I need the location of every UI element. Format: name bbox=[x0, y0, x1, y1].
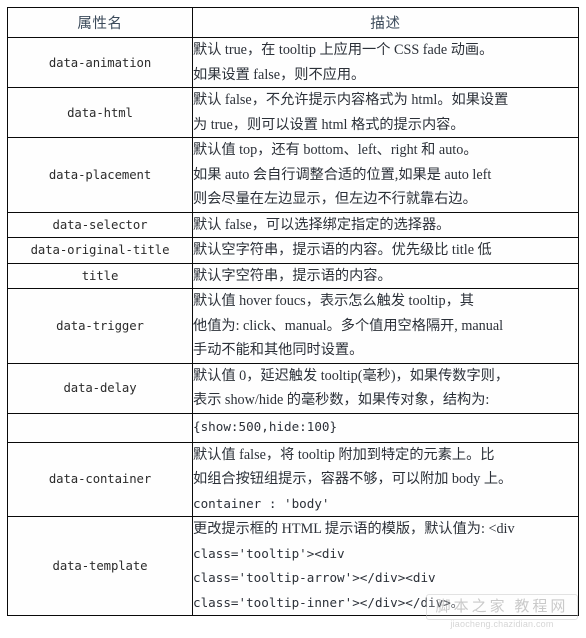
document-root: 属性名 描述 data-animation 默认 true，在 tooltip 上… bbox=[0, 0, 586, 638]
table-row: title 默认字空符串，提示语的内容。 bbox=[7, 262, 579, 289]
attribute-name-cell: data-template bbox=[7, 516, 193, 616]
description-line: 默认空字符串，提示语的内容。优先级比 title 低 bbox=[193, 242, 492, 258]
table-row: data-placement 默认值 top，还有 bottom、left、rig… bbox=[7, 137, 579, 213]
attribute-name-cell: title bbox=[7, 262, 193, 289]
table-row: data-selector 默认 false，可以选择绑定指定的选择器。 bbox=[7, 211, 579, 238]
description-line: 默认 true，在 tooltip 上应用一个 CSS fade 动画。 bbox=[193, 42, 494, 58]
attribute-name-cell: data-container bbox=[7, 441, 193, 517]
attribute-name-cell: data-selector bbox=[7, 211, 193, 238]
description-line: 默认 false，不允许提示内容格式为 html。如果设置 bbox=[193, 92, 509, 108]
description-line: 如果设置 false，则不应用。 bbox=[193, 66, 366, 83]
tooltip-attributes-table: 属性名 描述 data-animation 默认 true，在 tooltip 上… bbox=[7, 7, 579, 616]
attribute-description-cell: 默认 true，在 tooltip 上应用一个 CSS fade 动画。 如果设置… bbox=[192, 37, 579, 88]
table-row: data-container 默认值 false，将 tooltip 附加到特定的… bbox=[7, 441, 579, 517]
attribute-name-cell: data-animation bbox=[7, 37, 193, 88]
description-line: 如组合按钮组提示，容器不够，可以附加 body 上。 bbox=[193, 471, 513, 487]
description-line: 表示 show/hide 的毫秒数，如果传对象，结构为: bbox=[193, 392, 490, 408]
description-line: {show:500,hide:100} bbox=[193, 419, 338, 435]
attribute-description-cell: 默认 false，可以选择绑定指定的选择器。 bbox=[192, 211, 579, 238]
attribute-description-cell: {show:500,hide:100} bbox=[192, 412, 579, 443]
description-line: 默认值 hover foucs，表示怎么触发 tooltip，其 bbox=[193, 293, 474, 309]
table-header-row: 属性名 描述 bbox=[7, 7, 579, 38]
table-body: data-animation 默认 true，在 tooltip 上应用一个 CS… bbox=[7, 37, 579, 616]
description-line: 手动不能和其他同时设置。 bbox=[193, 342, 364, 358]
attribute-name-cell: data-placement bbox=[7, 137, 193, 213]
description-line: 默认值 top，还有 bottom、left、right 和 auto。 bbox=[193, 142, 478, 158]
description-line: container : 'body' bbox=[193, 495, 330, 511]
description-line: 默认字空符串，提示语的内容。 bbox=[193, 267, 392, 284]
description-line: 更改提示框的 HTML 提示语的模版，默认值为: <div bbox=[193, 521, 515, 537]
column-header-attribute-name: 属性名 bbox=[7, 7, 193, 38]
description-line: 默认 false，可以选择绑定指定的选择器。 bbox=[193, 216, 451, 233]
watermark-site-url: jiaocheng.chazidian.com bbox=[450, 619, 554, 629]
attribute-description-cell: 默认值 hover foucs，表示怎么触发 tooltip，其他值为: cli… bbox=[192, 288, 579, 364]
table-row: data-trigger 默认值 hover foucs，表示怎么触发 toolt… bbox=[7, 288, 579, 364]
attribute-description-cell: 默认 false，不允许提示内容格式为 html。如果设置为 true，则可以设… bbox=[192, 87, 579, 138]
description-line: 如果 auto 会自行调整合适的位置,如果是 auto left bbox=[193, 166, 492, 183]
attribute-description-cell: 默认空字符串，提示语的内容。优先级比 title 低 bbox=[192, 237, 579, 264]
table-row: {show:500,hide:100} bbox=[7, 412, 579, 443]
description-line: 默认值 0，延迟触发 tooltip(毫秒)，如果传数字则， bbox=[193, 367, 510, 384]
description-line: class='tooltip-inner'></div></div>。 bbox=[193, 594, 464, 610]
description-line: 则会尽量在左边显示，但左边不行就靠右边。 bbox=[193, 191, 477, 207]
description-line: class='tooltip'><div bbox=[193, 545, 345, 561]
table-row: data-original-title 默认空字符串，提示语的内容。优先级比 ti… bbox=[7, 237, 579, 264]
attribute-name-cell bbox=[7, 412, 193, 443]
description-line: 为 true，则可以设置 html 格式的提示内容。 bbox=[193, 116, 465, 133]
description-line: 他值为: click、manual。多个值用空格隔开, manual bbox=[193, 317, 504, 334]
attribute-name-cell: data-original-title bbox=[7, 237, 193, 264]
attribute-name-cell: data-trigger bbox=[7, 288, 193, 364]
description-line: class='tooltip-arrow'></div><div bbox=[193, 570, 436, 585]
attribute-description-cell: 更改提示框的 HTML 提示语的模版，默认值为: <div class='tool… bbox=[192, 516, 579, 616]
table-row: data-delay 默认值 0，延迟触发 tooltip(毫秒)，如果传数字则，… bbox=[7, 362, 579, 414]
table-header: 属性名 描述 bbox=[7, 7, 579, 38]
attribute-description-cell: 默认值 top，还有 bottom、left、right 和 auto。 如果 a… bbox=[192, 137, 579, 213]
table-row: data-template 更改提示框的 HTML 提示语的模版，默认值为: <d… bbox=[7, 516, 579, 616]
column-header-description: 描述 bbox=[192, 7, 579, 38]
table-row: data-html 默认 false，不允许提示内容格式为 html。如果设置为 … bbox=[7, 87, 579, 138]
attribute-description-cell: 默认值 false，将 tooltip 附加到特定的元素上。比如组合按钮组提示，… bbox=[192, 441, 579, 517]
attribute-name-cell: data-delay bbox=[7, 362, 193, 414]
attribute-description-cell: 默认值 0，延迟触发 tooltip(毫秒)，如果传数字则， 表示 show/hi… bbox=[192, 362, 579, 414]
attribute-name-cell: data-html bbox=[7, 87, 193, 138]
table-row: data-animation 默认 true，在 tooltip 上应用一个 CS… bbox=[7, 37, 579, 88]
attribute-description-cell: 默认字空符串，提示语的内容。 bbox=[192, 262, 579, 289]
description-line: 默认值 false，将 tooltip 附加到特定的元素上。比 bbox=[193, 446, 495, 463]
